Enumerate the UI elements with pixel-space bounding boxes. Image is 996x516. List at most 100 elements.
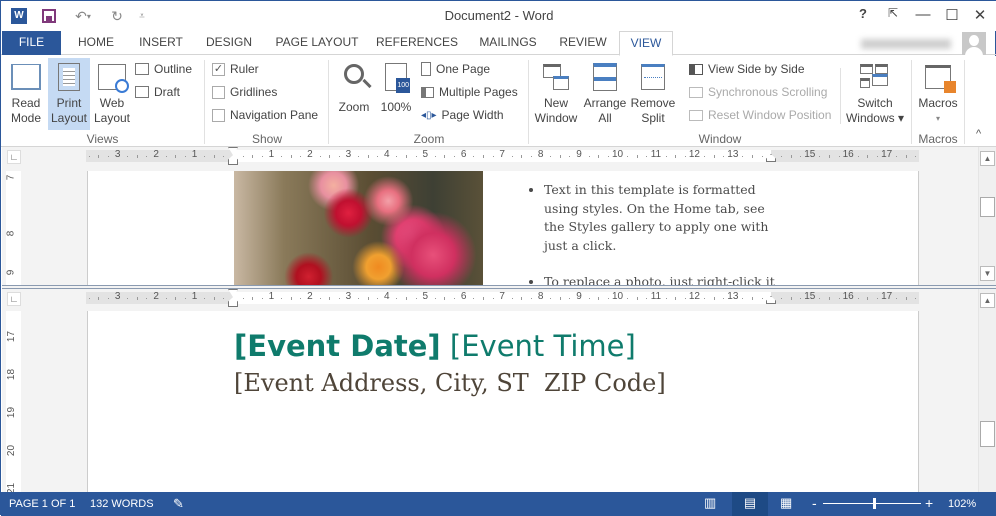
one-page-button[interactable]: One Page — [421, 59, 490, 79]
zoom-level[interactable]: 102% — [948, 498, 976, 510]
tab-home[interactable]: HOME — [69, 31, 123, 55]
draft-button[interactable]: Draft — [135, 82, 180, 102]
proofing-icon[interactable]: ✎ — [173, 496, 184, 512]
ribbon-display-options-button[interactable]: ⇱ — [883, 6, 903, 20]
tab-design[interactable]: DESIGN — [199, 31, 259, 55]
tab-insert[interactable]: INSERT — [131, 31, 191, 55]
document-page[interactable]: Text in this template is formatted using… — [87, 171, 919, 285]
tab-file[interactable]: FILE — [2, 31, 61, 55]
ruler-tick — [367, 297, 369, 300]
page-count[interactable]: PAGE 1 OF 1 — [9, 498, 75, 510]
ruler-number: 17 — [881, 291, 893, 302]
ruler-tick — [290, 155, 292, 158]
web-layout-button[interactable]: Web Layout — [91, 58, 133, 128]
ribbon-tabs: FILE HOME INSERT DESIGN PAGE LAYOUT REFE… — [1, 31, 996, 56]
ruler-tick — [454, 156, 456, 157]
label: Print — [56, 96, 82, 110]
ruler-tick — [261, 156, 263, 157]
tab-page-layout[interactable]: PAGE LAYOUT — [269, 31, 365, 55]
zoom-out-button[interactable]: - — [812, 495, 817, 511]
scroll-thumb[interactable] — [980, 197, 995, 217]
event-date[interactable]: [Event Date] — [234, 329, 441, 363]
tab-selector[interactable]: ∟ — [7, 150, 21, 164]
zoom-100-button[interactable]: 100 100% — [377, 58, 415, 128]
ruler-tick — [281, 156, 283, 157]
tab-mailings[interactable]: MAILINGS — [471, 31, 545, 55]
ruler-tick — [377, 298, 379, 299]
ruler-number: 8 — [537, 149, 544, 160]
label: One Page — [436, 62, 491, 76]
ruler-track[interactable]: 3 2 1 1 2 3 4 5 6 7 8 9 10 11 12 13 15 16 17 — [86, 289, 919, 307]
tab-view[interactable]: VIEW — [619, 31, 673, 56]
switch-windows-button[interactable]: Switch Windows ▾ — [844, 58, 906, 128]
scroll-thumb[interactable] — [980, 421, 995, 447]
document-page[interactable]: [Event Date] [Event Time] [Event Address… — [87, 311, 919, 492]
gridlines-checkbox[interactable]: Gridlines — [212, 82, 277, 102]
scroll-up-icon[interactable]: ▲ — [980, 151, 995, 166]
label: Layout — [50, 111, 88, 125]
new-window-icon — [532, 58, 580, 96]
arrange-all-button[interactable]: Arrange All — [582, 58, 628, 128]
ruler-tick — [482, 155, 484, 158]
view-side-by-side-button[interactable]: View Side by Side — [689, 59, 805, 79]
multiple-pages-button[interactable]: Multiple Pages — [421, 82, 518, 102]
event-address[interactable]: [Event Address, City, ST ZIP Code] — [234, 369, 666, 397]
ruler-number: 6 — [460, 149, 467, 160]
collapse-ribbon-button[interactable]: ^ — [976, 128, 981, 140]
flower-photo[interactable] — [234, 171, 483, 285]
scroll-down-icon[interactable]: ▼ — [980, 266, 995, 281]
print-layout-button[interactable]: Print Layout — [48, 58, 90, 130]
zoom-slider-thumb[interactable] — [872, 498, 876, 509]
ruler-tick — [184, 298, 186, 299]
checkbox-checked-icon: ✓ — [212, 62, 225, 76]
outline-button[interactable]: Outline — [135, 59, 192, 79]
zoom-button[interactable]: Zoom — [334, 58, 374, 128]
web-layout-icon[interactable]: ▦ — [780, 495, 792, 511]
word-count[interactable]: 132 WORDS — [90, 498, 154, 510]
ruler-tick — [521, 155, 523, 158]
user-account-name[interactable] — [861, 39, 951, 49]
print-layout-icon[interactable]: ▤ — [732, 492, 768, 516]
ruler-tick — [905, 297, 907, 300]
ruler-checkbox[interactable]: ✓ Ruler — [212, 59, 259, 79]
navigation-pane-checkbox[interactable]: Navigation Pane — [212, 105, 318, 125]
ruler-tick — [329, 297, 331, 300]
help-button[interactable]: ? — [853, 6, 873, 21]
ruler-number: 9 — [5, 269, 17, 276]
scroll-up-icon[interactable]: ▲ — [980, 293, 995, 308]
tab-selector[interactable]: ∟ — [7, 292, 21, 306]
vertical-scrollbar[interactable]: ▲ ▼ — [978, 147, 996, 285]
ruler-track[interactable]: 3 2 1 1 2 3 4 5 6 7 8 9 10 11 12 13 15 16 17 — [86, 147, 919, 165]
vertical-scrollbar[interactable]: ▲ — [978, 289, 996, 492]
ruler-tick — [136, 297, 138, 300]
ruler-tick — [800, 298, 802, 299]
close-button[interactable]: ✕ — [970, 6, 990, 24]
macros-button[interactable]: Macros ▾ — [914, 58, 962, 128]
ruler-tick — [338, 298, 340, 299]
ruler-number: 1 — [268, 291, 275, 302]
tab-review[interactable]: REVIEW — [553, 31, 613, 55]
ruler-number: 16 — [842, 149, 854, 160]
zoom-in-button[interactable]: + — [925, 495, 933, 511]
new-window-button[interactable]: New Window — [532, 58, 580, 128]
page-width-button[interactable]: ◂▯▸ Page Width — [421, 105, 504, 125]
ruler-number: 3 — [114, 291, 121, 302]
ruler-tick — [88, 156, 90, 157]
read-mode-icon[interactable]: ▥ — [704, 495, 716, 511]
ruler-tick — [396, 156, 398, 157]
avatar[interactable] — [962, 32, 986, 55]
ruler-tick — [252, 297, 254, 300]
ruler-tick — [646, 298, 648, 299]
event-time[interactable]: [Event Time] — [450, 329, 636, 363]
read-mode-button[interactable]: Read Mode — [5, 58, 47, 128]
tab-references[interactable]: REFERENCES — [375, 31, 459, 55]
ruler-tick — [636, 155, 638, 158]
minimize-button[interactable]: — — [913, 6, 933, 23]
ruler-tick — [98, 155, 100, 158]
maximize-button[interactable]: ☐ — [942, 6, 962, 24]
vertical-ruler: 17 18 19 20 21 — [6, 311, 21, 492]
reset-window-position-button[interactable]: Reset Window Position — [689, 105, 831, 125]
label: Remove — [630, 96, 676, 110]
synchronous-scrolling-button[interactable]: Synchronous Scrolling — [689, 82, 827, 102]
remove-split-button[interactable]: Remove Split — [629, 58, 677, 128]
